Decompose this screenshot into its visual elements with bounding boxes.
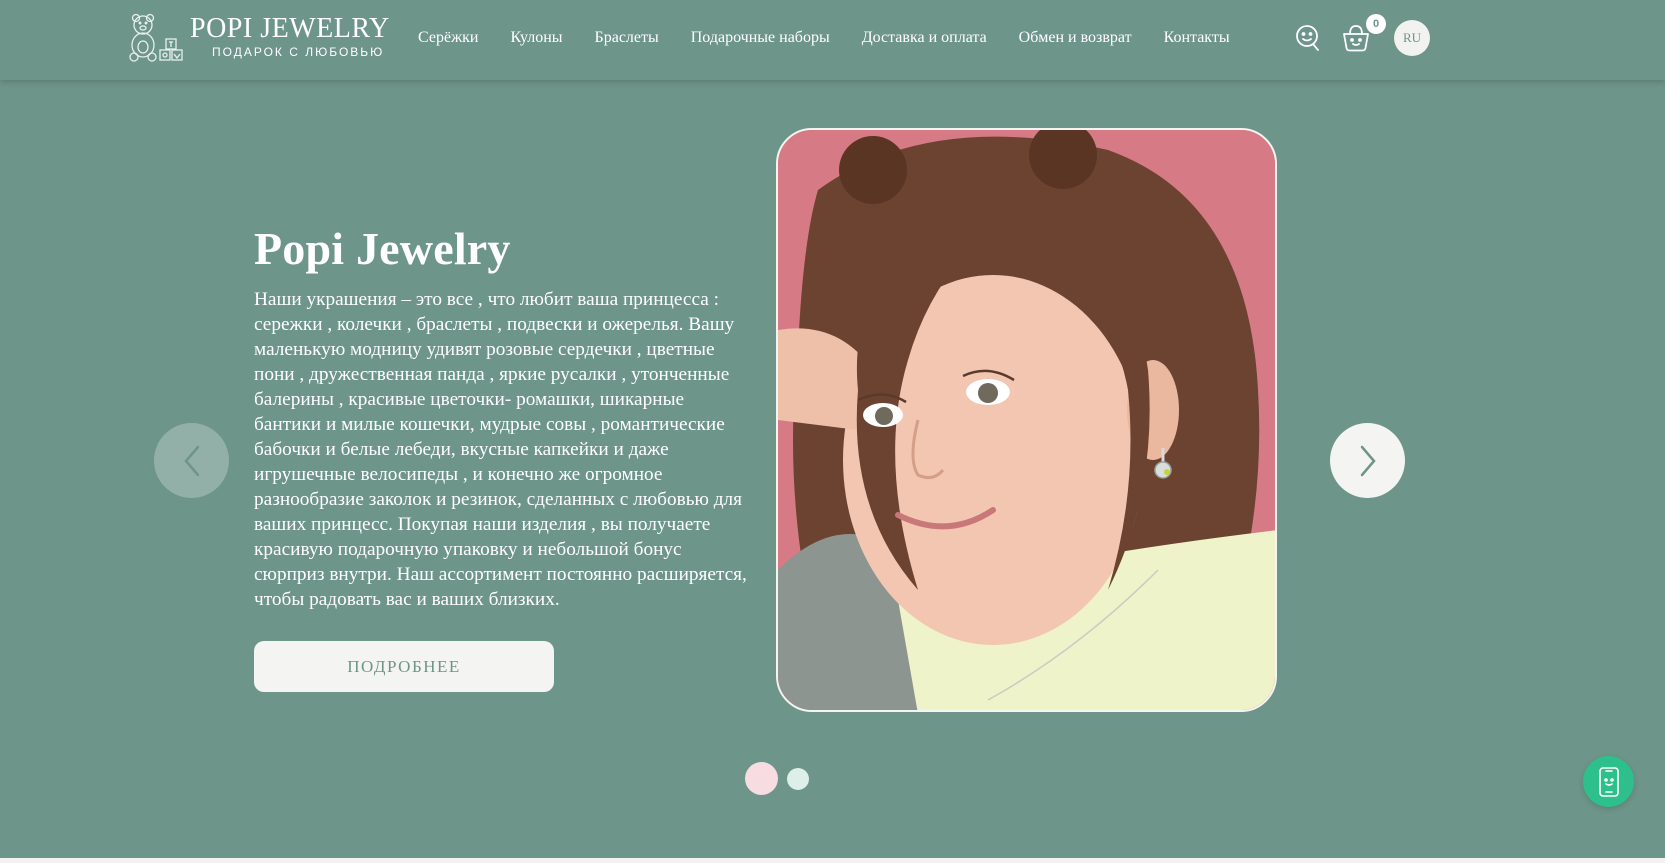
- nav-item-earrings[interactable]: Серёжки: [418, 29, 478, 47]
- cart-button[interactable]: 0: [1340, 14, 1386, 54]
- nav-item-delivery-payment[interactable]: Доставка и оплата: [862, 29, 987, 47]
- slider-next-button[interactable]: [1330, 423, 1405, 498]
- brand-tagline: ПОДАРОК С ЛЮБОВЬЮ: [212, 44, 385, 59]
- header-actions: 0 RU: [1292, 14, 1430, 58]
- main-nav: Серёжки Кулоны Браслеты Подарочные набор…: [418, 26, 1262, 50]
- chat-button[interactable]: [1583, 756, 1634, 807]
- footer-edge: [0, 858, 1665, 863]
- brand-name: POPI JEWELRY: [190, 12, 390, 44]
- language-switcher[interactable]: RU: [1394, 20, 1430, 56]
- nav-item-pendants[interactable]: Кулоны: [510, 29, 562, 47]
- nav-item-contacts[interactable]: Контакты: [1164, 29, 1230, 47]
- chevron-right-icon: [1360, 445, 1376, 476]
- more-button[interactable]: ПОДРОБНЕЕ: [254, 641, 554, 692]
- hero-description: Наши украшения – это все , что любит ваш…: [254, 289, 747, 610]
- slider-dot[interactable]: [787, 767, 809, 790]
- slider-prev-button[interactable]: [154, 423, 229, 498]
- teddy-bear-with-blocks-icon: [129, 13, 183, 62]
- nav-item-gift-sets[interactable]: Подарочные наборы: [691, 29, 830, 47]
- slider-dots: [745, 762, 809, 795]
- hero-title: Popi Jewelry: [254, 223, 511, 274]
- chevron-left-icon: [183, 445, 199, 476]
- slider-dot-active[interactable]: [745, 762, 778, 795]
- logo[interactable]: POPI JEWELRY ПОДАРОК С ЛЮБОВЬЮ: [126, 10, 390, 62]
- cart-count-badge: 0: [1366, 14, 1386, 34]
- nav-item-exchange-return[interactable]: Обмен и возврат: [1019, 29, 1132, 47]
- search-icon: [1296, 25, 1319, 51]
- search-button[interactable]: [1292, 22, 1324, 54]
- nav-item-bracelets[interactable]: Браслеты: [595, 29, 659, 47]
- girl-wearing-earring-photo: [778, 130, 1275, 710]
- phone-chat-icon: [1598, 766, 1619, 797]
- site-header: POPI JEWELRY ПОДАРОК С ЛЮБОВЬЮ Серёжки К…: [0, 0, 1665, 80]
- hero-photo: [776, 128, 1277, 712]
